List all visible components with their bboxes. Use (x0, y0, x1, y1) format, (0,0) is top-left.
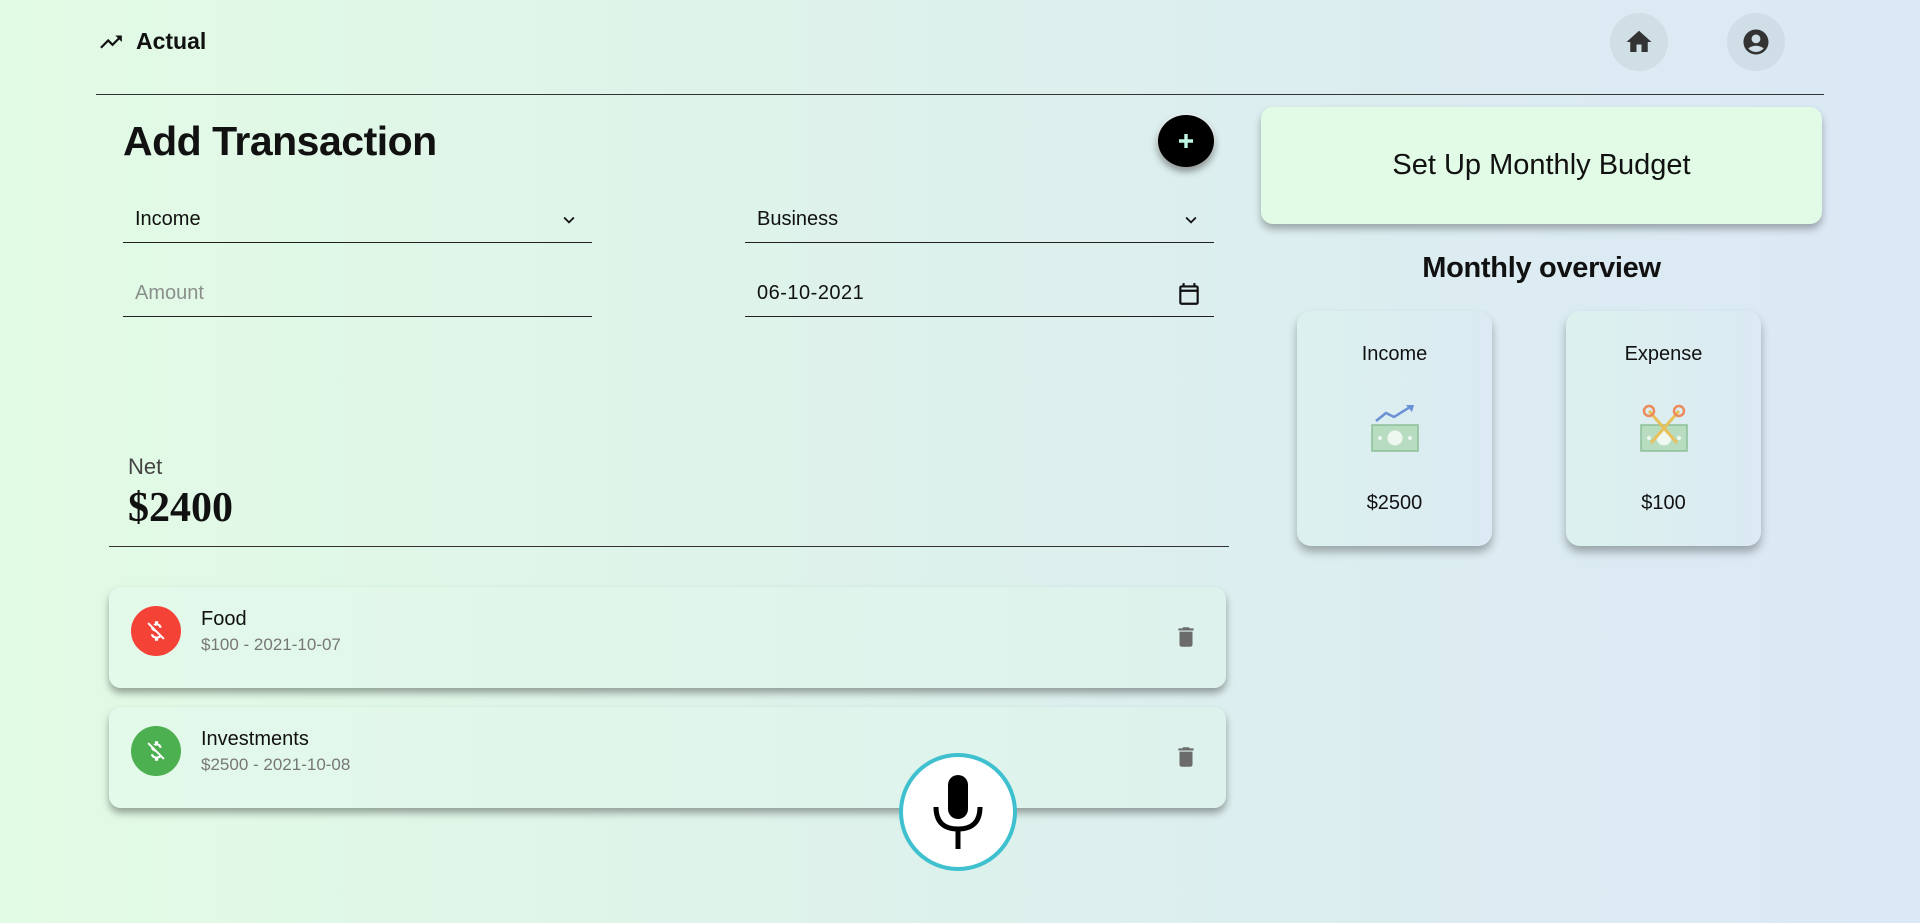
income-card-label: Income (1361, 343, 1428, 365)
microphone-button[interactable] (899, 753, 1017, 871)
monthly-overview-title: Monthly overview (1422, 252, 1661, 284)
transaction-item-food[interactable]: Food $100 - 2021-10-07 (109, 587, 1226, 688)
expense-card-label: Expense (1624, 343, 1703, 365)
type-select-value: Income (135, 208, 201, 230)
transaction-title: Investments (201, 728, 309, 750)
account-button[interactable] (1727, 13, 1785, 71)
net-value: $2400 (128, 485, 233, 531)
net-label: Net (128, 454, 163, 479)
home-icon (1626, 30, 1652, 52)
category-select-value: Business (757, 208, 839, 230)
add-transaction-title: Add Transaction (123, 118, 437, 164)
money-cut-icon (1640, 404, 1688, 452)
calendar-icon[interactable] (1176, 281, 1202, 307)
delete-button[interactable] (1172, 622, 1200, 652)
transaction-avatar (131, 606, 181, 656)
expense-overview-card: Expense $100 (1566, 311, 1761, 546)
brand-name: Actual (136, 28, 207, 54)
home-button[interactable] (1610, 13, 1668, 71)
account-circle-icon (1743, 29, 1769, 55)
transaction-item-investments[interactable]: Investments $2500 - 2021-10-08 (109, 707, 1226, 808)
amount-placeholder: Amount (135, 282, 204, 304)
chevron-down-icon (563, 216, 575, 224)
income-overview-card: Income $2500 (1297, 311, 1492, 546)
trash-icon (1178, 747, 1194, 767)
transaction-title: Food (201, 608, 247, 630)
transaction-subtitle: $100 - 2021-10-07 (201, 635, 341, 654)
chevron-down-icon (1185, 216, 1197, 224)
trash-icon (1178, 627, 1194, 647)
type-select[interactable]: Income (123, 197, 592, 243)
category-select[interactable]: Business (745, 197, 1214, 243)
income-card-value: $2500 (1366, 492, 1423, 514)
date-value: 06-10-2021 (757, 282, 865, 304)
expense-card-value: $100 (1641, 492, 1686, 514)
transaction-subtitle: $2500 - 2021-10-08 (201, 755, 351, 774)
delete-button[interactable] (1172, 742, 1200, 772)
plus-icon (1179, 134, 1193, 148)
money-off-icon (147, 741, 165, 761)
set-up-budget-label: Set Up Monthly Budget (1392, 149, 1691, 181)
date-input[interactable]: 06-10-2021 (745, 271, 1214, 317)
set-up-budget-button[interactable]: Set Up Monthly Budget (1261, 107, 1822, 224)
brand[interactable]: Actual (98, 28, 206, 55)
net-divider (109, 546, 1229, 547)
amount-input[interactable]: Amount (123, 271, 592, 317)
trending-up-icon (100, 35, 122, 48)
app-header: Actual (96, 0, 1824, 95)
add-transaction-button[interactable] (1158, 115, 1214, 167)
microphone-icon (933, 775, 983, 849)
money-off-icon (147, 621, 165, 641)
money-growth-icon (1371, 405, 1419, 452)
transaction-avatar (131, 726, 181, 776)
